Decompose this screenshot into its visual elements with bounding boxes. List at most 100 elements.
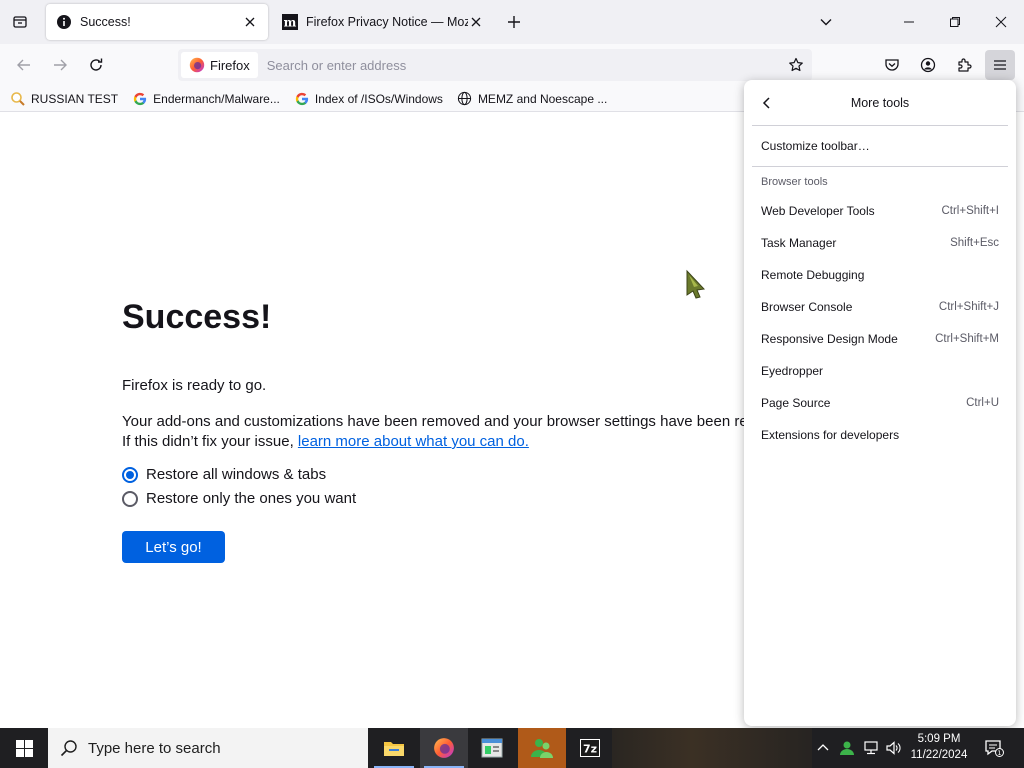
volume-button[interactable]	[882, 728, 904, 768]
taskbar: Type here to search 7z 5:09 PM 11/22/202…	[0, 728, 1024, 768]
account-button[interactable]	[913, 50, 943, 80]
url-input[interactable]	[257, 51, 782, 79]
option-label: Restore only the ones you want	[146, 490, 357, 507]
tab-overflow-button[interactable]	[814, 10, 838, 34]
minimize-icon	[904, 21, 914, 23]
item-label: Customize toolbar…	[761, 139, 870, 153]
minimize-button[interactable]	[886, 0, 932, 44]
back-button[interactable]	[9, 50, 39, 80]
puzzle-icon	[958, 58, 972, 72]
close-tab-icon[interactable]	[468, 14, 484, 30]
item-shortcut: Ctrl+Shift+I	[941, 205, 999, 217]
start-button[interactable]	[0, 728, 48, 768]
tab-privacy-notice[interactable]: m Firefox Privacy Notice — Mozill	[272, 4, 494, 40]
7zip-button[interactable]: 7z	[566, 728, 614, 768]
tab-success[interactable]: Success!	[46, 4, 268, 40]
new-tab-button[interactable]	[502, 10, 526, 34]
hamburger-icon	[994, 60, 1006, 70]
notification-icon: 1	[985, 740, 1004, 757]
close-window-button[interactable]	[978, 0, 1024, 44]
identity-box[interactable]: Firefox	[181, 52, 258, 78]
file-explorer-button[interactable]	[370, 728, 418, 768]
user-tray-icon	[840, 741, 854, 755]
customize-toolbar-item[interactable]: Customize toolbar…	[752, 132, 1008, 160]
bookmark-memz-noescape[interactable]: MEMZ and Noescape ...	[457, 91, 607, 107]
radio-button-checked[interactable]	[122, 466, 138, 483]
pocket-button[interactable]	[877, 50, 907, 80]
web-developer-tools-item[interactable]: Web Developer Tools Ctrl+Shift+I	[752, 197, 1008, 225]
clock-time: 5:09 PM	[917, 733, 961, 745]
search-placeholder: Type here to search	[88, 739, 221, 757]
reload-button[interactable]	[81, 50, 111, 80]
extensions-button[interactable]	[949, 50, 979, 80]
show-hidden-icons-button[interactable]	[812, 728, 834, 768]
eyedropper-item[interactable]: Eyedropper	[752, 357, 1008, 385]
restore-all-option[interactable]: Restore all windows & tabs	[122, 466, 326, 483]
chevron-down-icon	[820, 19, 832, 26]
bookmark-index-of-isos[interactable]: Index of /ISOs/Windows	[294, 91, 443, 107]
google-icon	[294, 91, 310, 107]
pocket-icon	[885, 59, 899, 71]
windows-logo-icon	[15, 739, 33, 757]
bookmark-russian-test[interactable]: RUSSIAN TEST	[10, 91, 118, 107]
forward-button[interactable]	[45, 50, 75, 80]
extensions-for-developers-item[interactable]: Extensions for developers	[752, 421, 1008, 449]
globe-icon	[457, 91, 473, 107]
info-icon	[56, 14, 72, 30]
app-menu-button[interactable]	[985, 50, 1015, 80]
remote-debugging-item[interactable]: Remote Debugging	[752, 261, 1008, 289]
taskbar-search-box[interactable]: Type here to search	[48, 728, 368, 768]
bookmark-endermanch-malware[interactable]: Endermanch/Malware...	[132, 91, 280, 107]
tab-strip: Success! m Firefox Privacy Notice — Mozi…	[0, 0, 1024, 44]
mozilla-m-icon: m	[282, 14, 298, 30]
identity-label: Firefox	[210, 57, 250, 73]
list-all-tabs-button[interactable]	[0, 0, 40, 44]
system-clock[interactable]: 5:09 PM 11/22/2024	[904, 731, 974, 763]
learn-more-link[interactable]: learn more about what you can do.	[298, 433, 529, 450]
address-bar[interactable]: Firefox	[178, 49, 812, 81]
tray-user-icon[interactable]	[836, 728, 858, 768]
page-title: Success!	[122, 298, 272, 336]
responsive-design-mode-item[interactable]: Responsive Design Mode Ctrl+Shift+M	[752, 325, 1008, 353]
taskbar-wallpaper-area	[612, 728, 812, 768]
restore-some-option[interactable]: Restore only the ones you want	[122, 490, 356, 507]
item-label: Web Developer Tools	[761, 204, 875, 218]
google-icon	[132, 91, 148, 107]
task-manager-item[interactable]: Task Manager Shift+Esc	[752, 229, 1008, 257]
restore-button[interactable]	[932, 0, 978, 44]
panel-header: More tools	[744, 80, 1016, 126]
svg-text:m: m	[284, 16, 297, 30]
network-icon	[864, 741, 878, 755]
panel-back-button[interactable]	[756, 92, 778, 114]
bookmark-label: Index of /ISOs/Windows	[314, 91, 443, 106]
bookmark-star-button[interactable]	[782, 51, 810, 79]
firefox-taskbar-button[interactable]	[420, 728, 468, 768]
page-source-item[interactable]: Page Source Ctrl+U	[752, 389, 1008, 417]
separator	[752, 166, 1008, 167]
network-button[interactable]	[860, 728, 882, 768]
firefox-logo-icon	[189, 57, 205, 73]
notifications-button[interactable]: 1	[980, 728, 1008, 768]
document-app-button[interactable]	[468, 728, 516, 768]
document-window-icon	[481, 738, 503, 758]
item-shortcut: Shift+Esc	[950, 237, 999, 249]
browser-console-item[interactable]: Browser Console Ctrl+Shift+J	[752, 293, 1008, 321]
account-icon	[920, 57, 936, 73]
7zip-icon: 7z	[580, 739, 600, 757]
plus-icon	[508, 16, 520, 28]
firefox-logo-icon	[434, 738, 454, 758]
item-label: Remote Debugging	[761, 268, 865, 282]
svg-text:7z: 7z	[583, 743, 597, 756]
section-heading: Browser tools	[761, 176, 828, 188]
radio-button[interactable]	[122, 490, 138, 507]
restore-icon	[950, 17, 960, 27]
tab-list-icon	[13, 16, 27, 28]
users-app-button[interactable]	[518, 728, 566, 768]
item-label: Task Manager	[761, 236, 837, 250]
lets-go-button[interactable]: Let’s go!	[122, 531, 225, 563]
item-label: Responsive Design Mode	[761, 332, 898, 346]
ready-text: Firefox is ready to go.	[122, 377, 267, 394]
chevron-up-icon	[817, 744, 829, 751]
notification-count: 1	[997, 749, 1001, 757]
close-tab-icon[interactable]	[242, 14, 258, 30]
